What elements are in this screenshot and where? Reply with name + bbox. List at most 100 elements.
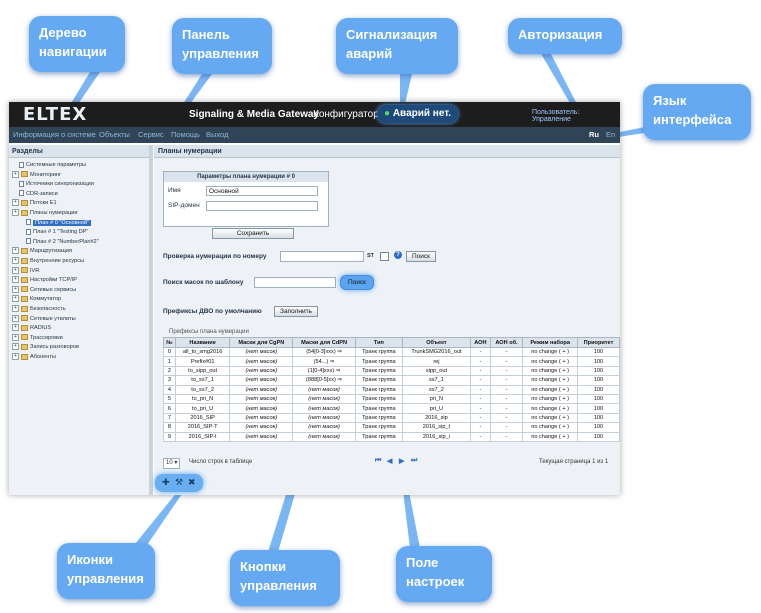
auth-user-link[interactable]: Пользователь: Управление xyxy=(532,109,620,123)
column-header[interactable]: Маски для CdPN xyxy=(292,337,356,348)
table-row[interactable]: 8 2016_SIP-T (нет масок) (нет масок) Транк г… xyxy=(163,422,621,433)
column-header[interactable]: Название xyxy=(174,337,231,348)
panel-splitter[interactable] xyxy=(149,145,153,495)
table-row[interactable]: 5 to_pri_N (нет масок) (нет масок) Транк гру… xyxy=(163,393,621,405)
check-number-input[interactable] xyxy=(280,251,364,262)
tree-item[interactable]: План # 1 "Testing DP" xyxy=(26,228,88,237)
mask-search-input[interactable] xyxy=(254,277,336,288)
tree-item[interactable]: + Сетевые утилиты xyxy=(12,314,76,324)
mask-search-button[interactable]: Поиск xyxy=(340,275,374,290)
tree-item[interactable]: CDR-записи xyxy=(12,190,58,199)
column-header[interactable]: АОН xyxy=(470,337,491,348)
tree-item[interactable]: Системные параметры xyxy=(12,161,86,170)
table-cell: sipp_out xyxy=(401,365,472,377)
last-page-icon[interactable]: ⏭ xyxy=(411,457,417,465)
menu-service[interactable]: Сервис xyxy=(138,130,164,139)
alarm-indicator[interactable]: ● Аварий нет. xyxy=(377,105,459,123)
expand-icon[interactable]: + xyxy=(12,343,19,351)
expand-icon[interactable]: + xyxy=(12,257,19,265)
column-header[interactable]: Объект xyxy=(401,337,472,348)
tree-item[interactable]: + Потоки E1 xyxy=(12,199,57,208)
expand-icon[interactable]: + xyxy=(12,266,19,274)
mask-search-label: Поиск масок по шаблону xyxy=(163,279,244,286)
table-row[interactable]: 6 to_pri_U (нет масок) (нет масок) Транк гру… xyxy=(163,403,621,414)
expand-icon[interactable]: + xyxy=(12,353,19,361)
tree-item[interactable]: + IVR xyxy=(12,266,39,276)
tree-item[interactable]: + Абоненты xyxy=(12,353,56,362)
tree-item[interactable]: + RADIUS xyxy=(12,324,51,333)
expand-icon[interactable]: + xyxy=(12,314,19,322)
expand-icon[interactable]: + xyxy=(12,247,19,255)
tree-item[interactable]: + Внутренние ресурсы xyxy=(12,257,84,266)
gateway-subtitle: Конфигуратор xyxy=(313,109,379,120)
table-cell: 1 xyxy=(163,356,176,367)
check-search-button[interactable]: Поиск xyxy=(406,251,436,262)
tree-item[interactable]: + Трассировки xyxy=(12,333,63,343)
table-cell: - xyxy=(470,393,491,405)
next-page-icon[interactable]: ▶ xyxy=(399,457,404,465)
column-header[interactable]: № xyxy=(163,337,176,348)
tree-item[interactable]: План # 2 "NumberPlan#2" xyxy=(26,238,99,247)
prev-page-icon[interactable]: ◀ xyxy=(387,457,392,465)
expand-icon[interactable]: + xyxy=(12,333,19,341)
column-header[interactable]: Маски для CgPN xyxy=(229,337,294,348)
menu-objects[interactable]: Объекты xyxy=(99,130,130,139)
lang-en[interactable]: En xyxy=(606,130,615,139)
tree-item[interactable]: + Запись разговоров xyxy=(12,343,79,352)
table-row[interactable]: 9 2016_SIP-I (нет масок) (нет масок) Транк г… xyxy=(163,431,621,442)
table-row[interactable]: 7 2016_SIP (нет масок) (нет масок) Транк гру… xyxy=(163,412,621,424)
tree-item[interactable]: + Планы нумерации xyxy=(12,209,78,218)
expand-icon[interactable]: + xyxy=(12,209,19,217)
column-header[interactable]: Тип xyxy=(354,337,403,348)
add-icon[interactable]: ✚ xyxy=(162,477,170,488)
fill-button[interactable]: Заполнить xyxy=(274,306,318,317)
first-page-icon[interactable]: ⏮ xyxy=(375,457,381,465)
tree-item-label: RADIUS xyxy=(30,325,52,332)
menu-exit[interactable]: Выход xyxy=(206,130,228,139)
table-cell: - xyxy=(470,431,491,442)
menu-help[interactable]: Помощь xyxy=(171,130,200,139)
tools-icon[interactable]: ⚒ xyxy=(175,477,183,488)
menu-system-info[interactable]: Информация о системе xyxy=(13,130,96,139)
tree-item[interactable]: + Маршрутизация xyxy=(12,247,72,256)
table-cell: (нет масок) xyxy=(229,356,294,367)
tree-item[interactable]: План # 0 "Основной" xyxy=(26,219,91,228)
tree-item[interactable]: Источники синхронизации xyxy=(12,180,94,189)
save-button[interactable]: Сохранить xyxy=(212,228,294,239)
expand-icon[interactable]: + xyxy=(12,285,19,293)
table-row[interactable]: 1 Prefix#01 (нет масок) (54...) ⇒ Транк груп… xyxy=(163,356,621,367)
column-header[interactable]: Приоритет xyxy=(576,337,621,348)
tree-item[interactable]: + Безопасность xyxy=(12,305,66,314)
tree-item[interactable]: + Мониторинг xyxy=(12,170,61,180)
expand-icon[interactable]: + xyxy=(12,199,19,207)
help-icon[interactable]: ? xyxy=(394,251,402,259)
column-header[interactable]: Режим набора xyxy=(522,337,578,348)
tree-item[interactable]: + Сетевые сервисы xyxy=(12,285,76,295)
expand-icon[interactable]: + xyxy=(12,170,19,178)
st-checkbox[interactable] xyxy=(380,252,389,261)
table-row[interactable]: 3 to_ss7_1 (нет масок) (888[0-5]xx) ⇒ Транк … xyxy=(163,375,621,386)
delete-icon[interactable]: ✖ xyxy=(188,477,196,488)
tree-item[interactable]: + Настройки TCP/IP xyxy=(12,276,77,285)
callout-control-buttons: Кнопки управления xyxy=(230,550,340,606)
expand-icon[interactable]: + xyxy=(12,295,19,303)
expand-icon[interactable]: + xyxy=(12,305,19,313)
expand-icon[interactable]: + xyxy=(12,324,19,332)
tree-item[interactable]: + Коммутатор xyxy=(12,295,61,304)
table-cell: 2016_SIP-T xyxy=(174,422,231,433)
plan-name-input[interactable]: Основной xyxy=(206,186,318,196)
table-cell: - xyxy=(489,403,524,414)
table-row[interactable]: 0 all_to_smg2016 (нет масок) (54[0-3]xxx) ⇒… xyxy=(163,346,621,358)
rows-per-page-select[interactable]: 10 ▾ xyxy=(163,458,181,469)
table-cell: 100 xyxy=(576,384,621,395)
sip-domain-input[interactable] xyxy=(206,201,318,211)
table-row[interactable]: 2 to_sipp_out (нет масок) (1[0-4]xxx) ⇒ Тран… xyxy=(163,365,621,377)
table-cell: no change ( + ) xyxy=(522,422,578,433)
table-row[interactable]: 4 to_ss7_2 (нет масок) (нет масок) Транк гру… xyxy=(163,384,621,395)
column-header[interactable]: АОН об. xyxy=(489,337,524,348)
expand-icon[interactable]: + xyxy=(12,276,19,284)
tree-item-label: Планы нумерации xyxy=(30,210,78,216)
lang-ru[interactable]: Ru xyxy=(589,130,599,139)
table-cell: (нет масок) xyxy=(229,375,294,386)
table-cell: no change ( + ) xyxy=(522,375,578,386)
